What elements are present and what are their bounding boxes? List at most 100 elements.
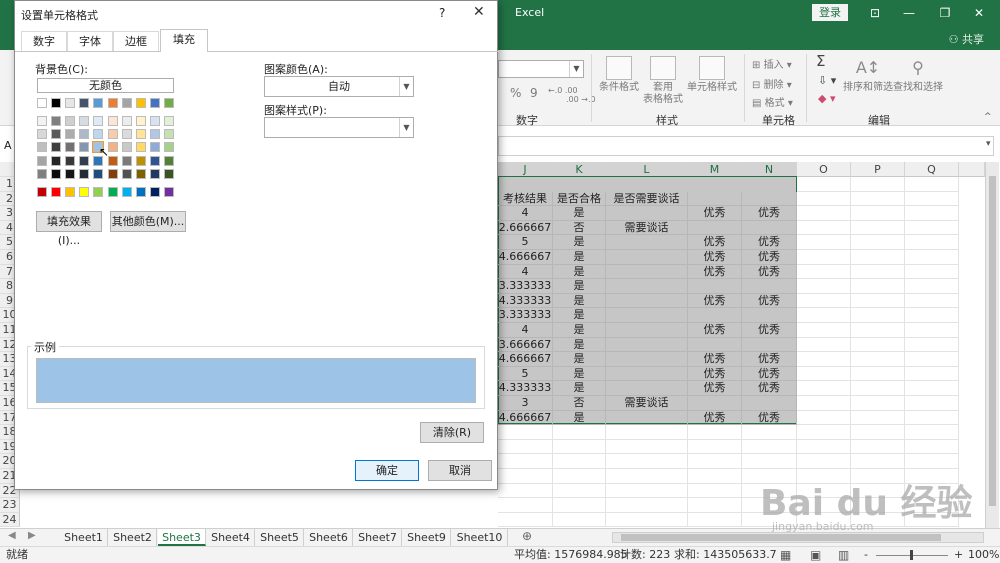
color-swatch[interactable] [121,142,132,153]
data-cell[interactable] [606,410,688,426]
grid-cell[interactable] [851,352,905,367]
color-swatch[interactable] [37,168,47,179]
grid-cell[interactable] [742,425,797,440]
grid-cell[interactable] [851,308,905,323]
data-cell[interactable]: 4.666667 [498,352,553,367]
data-cell[interactable]: 优秀 [742,250,797,265]
grid-cell[interactable] [851,177,905,192]
data-cell[interactable] [742,337,797,353]
grid-cell[interactable] [851,235,905,250]
color-swatch[interactable] [107,187,118,197]
color-swatch[interactable] [65,168,76,179]
color-swatch[interactable] [135,129,146,140]
data-cell[interactable] [606,323,688,338]
tab-fill[interactable]: 填充 [160,29,208,52]
grid-cell[interactable] [797,191,851,207]
data-cell[interactable]: 优秀 [688,206,742,221]
data-cell[interactable]: 优秀 [688,235,742,250]
color-swatch[interactable] [135,155,146,166]
data-cell[interactable]: 4.666667 [498,250,553,265]
color-swatch[interactable] [79,98,90,108]
grid-cell[interactable] [851,279,905,294]
column-header[interactable]: P [851,162,905,177]
color-swatch[interactable] [37,98,47,108]
data-cell[interactable]: 是 [553,206,606,221]
grid-cell[interactable] [553,469,606,484]
data-cell[interactable]: 是 [553,279,606,294]
close-window-button[interactable]: ✕ [968,3,990,23]
grid-cell[interactable] [688,425,742,440]
color-swatch[interactable] [51,116,62,126]
color-swatch[interactable] [51,98,62,108]
data-cell[interactable] [742,220,797,236]
color-swatch[interactable] [149,187,160,197]
data-cell[interactable]: 是 [553,293,606,309]
data-cell[interactable]: 需要谈话 [606,396,688,411]
increase-decimal-button[interactable]: ←.0 .00 [548,86,578,95]
grid-cell[interactable] [553,454,606,469]
grid-cell[interactable] [905,177,959,192]
grid-cell[interactable] [905,352,959,367]
data-cell[interactable] [742,308,797,323]
no-color-button[interactable]: 无颜色 [37,78,174,93]
grid-cell[interactable] [688,483,742,499]
data-cell[interactable] [606,206,688,221]
clear-button[interactable]: 清除(R) [420,422,484,443]
grid-cell[interactable] [905,293,959,309]
color-swatch[interactable] [107,129,118,140]
data-cell[interactable]: 优秀 [742,235,797,250]
grid-cell[interactable] [797,323,851,338]
grid-cell[interactable] [606,425,688,440]
data-cell[interactable]: 优秀 [742,366,797,382]
color-swatch[interactable] [65,129,76,140]
column-title-cell[interactable] [742,191,797,207]
grid-cell[interactable] [498,469,553,484]
color-swatch[interactable] [135,116,146,126]
grid-cell[interactable] [797,352,851,367]
grid-cell[interactable] [797,206,851,221]
color-swatch[interactable] [65,155,76,166]
grid-cell[interactable] [851,337,905,353]
color-swatch[interactable] [65,98,76,108]
grid-cell[interactable] [606,454,688,469]
name-box[interactable]: A [4,139,12,152]
grid-cell[interactable] [797,177,851,192]
data-cell[interactable]: 否 [553,220,606,236]
grid-cell[interactable] [797,439,851,455]
grid-cell[interactable] [851,381,905,396]
insert-cells-button[interactable]: ⊞ 插入 ▾ [752,56,792,71]
column-header[interactable]: N [742,162,797,177]
color-swatch[interactable] [65,116,76,126]
color-swatch[interactable] [121,155,132,166]
color-swatch[interactable] [93,98,104,108]
pattern-color-dropdown[interactable]: 自动 ▼ [264,76,414,97]
grid-cell[interactable] [797,308,851,323]
grid-cell[interactable] [797,366,851,382]
close-icon[interactable]: ✕ [473,4,485,20]
color-swatch[interactable] [149,142,160,153]
data-cell[interactable]: 需要谈话 [606,220,688,236]
grid-cell[interactable] [553,498,606,513]
data-cell[interactable] [606,366,688,382]
data-cell[interactable]: 是 [553,366,606,382]
zoom-slider-thumb[interactable] [910,550,913,560]
grid-cell[interactable] [905,264,959,280]
color-swatch[interactable] [37,129,47,140]
format-as-table-button[interactable]: 套用 表格格式 [640,56,686,106]
data-cell[interactable]: 优秀 [742,206,797,221]
grid-cell[interactable] [606,439,688,455]
data-cell[interactable]: 否 [553,396,606,411]
data-cell[interactable] [606,279,688,294]
row-header[interactable]: 24 [0,512,20,528]
data-cell[interactable] [688,308,742,323]
formula-input[interactable] [498,136,994,156]
color-swatch[interactable] [65,142,76,153]
color-swatch[interactable] [135,187,146,197]
color-swatch[interactable] [65,187,76,197]
data-cell[interactable]: 优秀 [742,410,797,426]
grid-cell[interactable] [905,220,959,236]
color-swatch[interactable] [37,116,47,126]
normal-view-icon[interactable]: ▦ [780,547,791,563]
color-swatch[interactable] [51,155,62,166]
clear-icon[interactable]: ◆ ▾ [818,92,835,105]
